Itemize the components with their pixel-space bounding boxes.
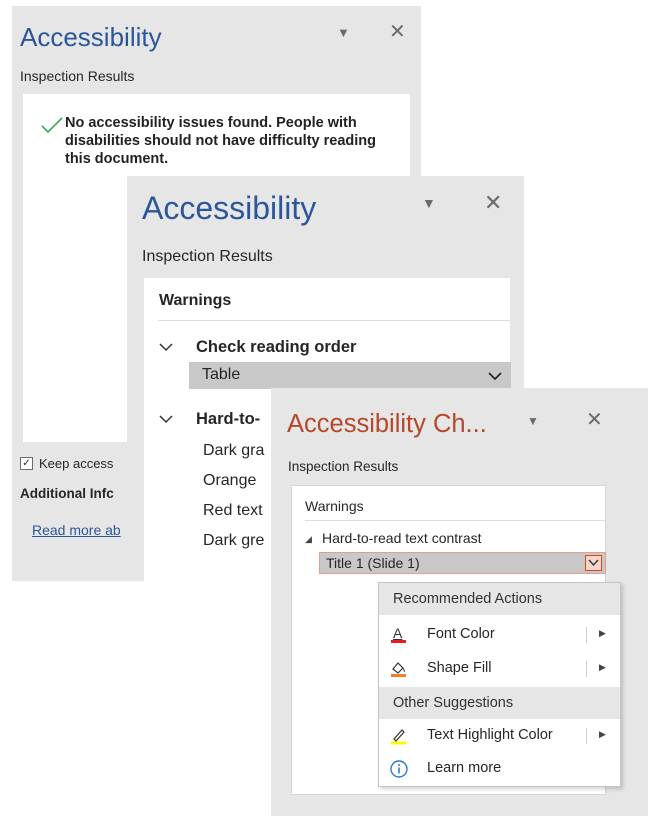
- hard-to-read-category[interactable]: Hard-to-read text contrast: [322, 530, 482, 546]
- info-icon: [390, 760, 408, 778]
- section-header-label: Other Suggestions: [393, 695, 514, 711]
- checkbox-checked-icon[interactable]: ✓: [20, 457, 33, 470]
- menu-item-label: Font Color: [427, 626, 495, 642]
- pane-title: Accessibility: [20, 22, 162, 52]
- issue-item-label: Title 1 (Slide 1): [326, 555, 420, 571]
- check-reading-order-group[interactable]: Check reading order: [196, 338, 356, 357]
- issue-item[interactable]: Dark gra: [203, 442, 264, 460]
- read-more-link[interactable]: Read more ab: [32, 522, 121, 538]
- submenu-arrow-icon[interactable]: ▶: [599, 662, 606, 673]
- menu-item-label: Text Highlight Color: [427, 727, 553, 743]
- text-highlight-color-menu-item[interactable]: Text Highlight Color ▶: [379, 719, 620, 753]
- keep-checkbox-label: Keep access: [39, 456, 114, 471]
- pane-options-icon[interactable]: ▼: [422, 196, 436, 210]
- no-issues-message: No accessibility issues found. People wi…: [65, 115, 376, 167]
- svg-text:A: A: [393, 625, 403, 641]
- inspection-results-label: Inspection Results: [20, 68, 135, 84]
- pane-title: Accessibility Ch...: [287, 410, 487, 438]
- menu-item-label: Learn more: [427, 760, 502, 776]
- recommended-actions-header: Recommended Actions: [379, 583, 620, 615]
- selected-issue-item[interactable]: Table: [189, 362, 511, 389]
- learn-more-menu-item[interactable]: Learn more: [379, 752, 620, 786]
- warnings-heading: Warnings: [159, 292, 232, 309]
- issue-item[interactable]: Dark gre: [203, 532, 264, 550]
- split-divider: [586, 661, 587, 677]
- expand-triangle-icon[interactable]: ◢: [305, 534, 312, 545]
- font-color-icon: A: [391, 625, 406, 643]
- chevron-down-icon[interactable]: [159, 342, 173, 352]
- pane-options-icon[interactable]: ▼: [337, 26, 350, 39]
- font-color-menu-item[interactable]: A Font Color ▶: [379, 618, 620, 652]
- split-divider: [586, 728, 587, 744]
- close-icon[interactable]: ✕: [389, 22, 406, 42]
- inspection-results-label: Inspection Results: [288, 459, 399, 474]
- issue-item[interactable]: Orange: [203, 472, 256, 490]
- keep-checker-running-checkbox[interactable]: ✓ Keep access: [20, 456, 113, 471]
- other-suggestions-header: Other Suggestions: [379, 687, 620, 719]
- inspection-results-label: Inspection Results: [142, 248, 273, 265]
- section-header-label: Recommended Actions: [393, 591, 543, 607]
- item-dropdown-button[interactable]: [585, 555, 602, 571]
- close-icon[interactable]: ✕: [484, 192, 502, 214]
- issue-item[interactable]: Red text: [203, 502, 263, 520]
- submenu-arrow-icon[interactable]: ▶: [599, 729, 606, 740]
- submenu-arrow-icon[interactable]: ▶: [599, 628, 606, 639]
- recommended-actions-menu: Recommended Actions A Font Color ▶ Shape…: [378, 582, 621, 787]
- divider: [158, 320, 510, 321]
- shape-fill-menu-item[interactable]: Shape Fill ▶: [379, 652, 620, 686]
- split-divider: [586, 627, 587, 643]
- selected-issue-item[interactable]: Title 1 (Slide 1): [319, 552, 606, 574]
- shape-fill-icon: [391, 662, 406, 677]
- divider: [305, 520, 605, 521]
- pane-options-icon[interactable]: ▼: [527, 415, 539, 427]
- warnings-heading: Warnings: [305, 498, 364, 514]
- menu-item-label: Shape Fill: [427, 660, 492, 676]
- chevron-down-icon: [588, 559, 599, 567]
- checkmark-icon: [41, 117, 63, 134]
- hard-to-read-group[interactable]: Hard-to-: [196, 410, 260, 429]
- chevron-down-icon[interactable]: [488, 371, 502, 381]
- pane-title: Accessibility: [142, 190, 317, 226]
- close-icon[interactable]: ✕: [586, 410, 603, 430]
- chevron-down-icon[interactable]: [159, 414, 173, 424]
- issue-item-label: Table: [202, 366, 241, 383]
- additional-info-heading: Additional Infc: [20, 486, 114, 501]
- highlighter-icon: [391, 729, 406, 745]
